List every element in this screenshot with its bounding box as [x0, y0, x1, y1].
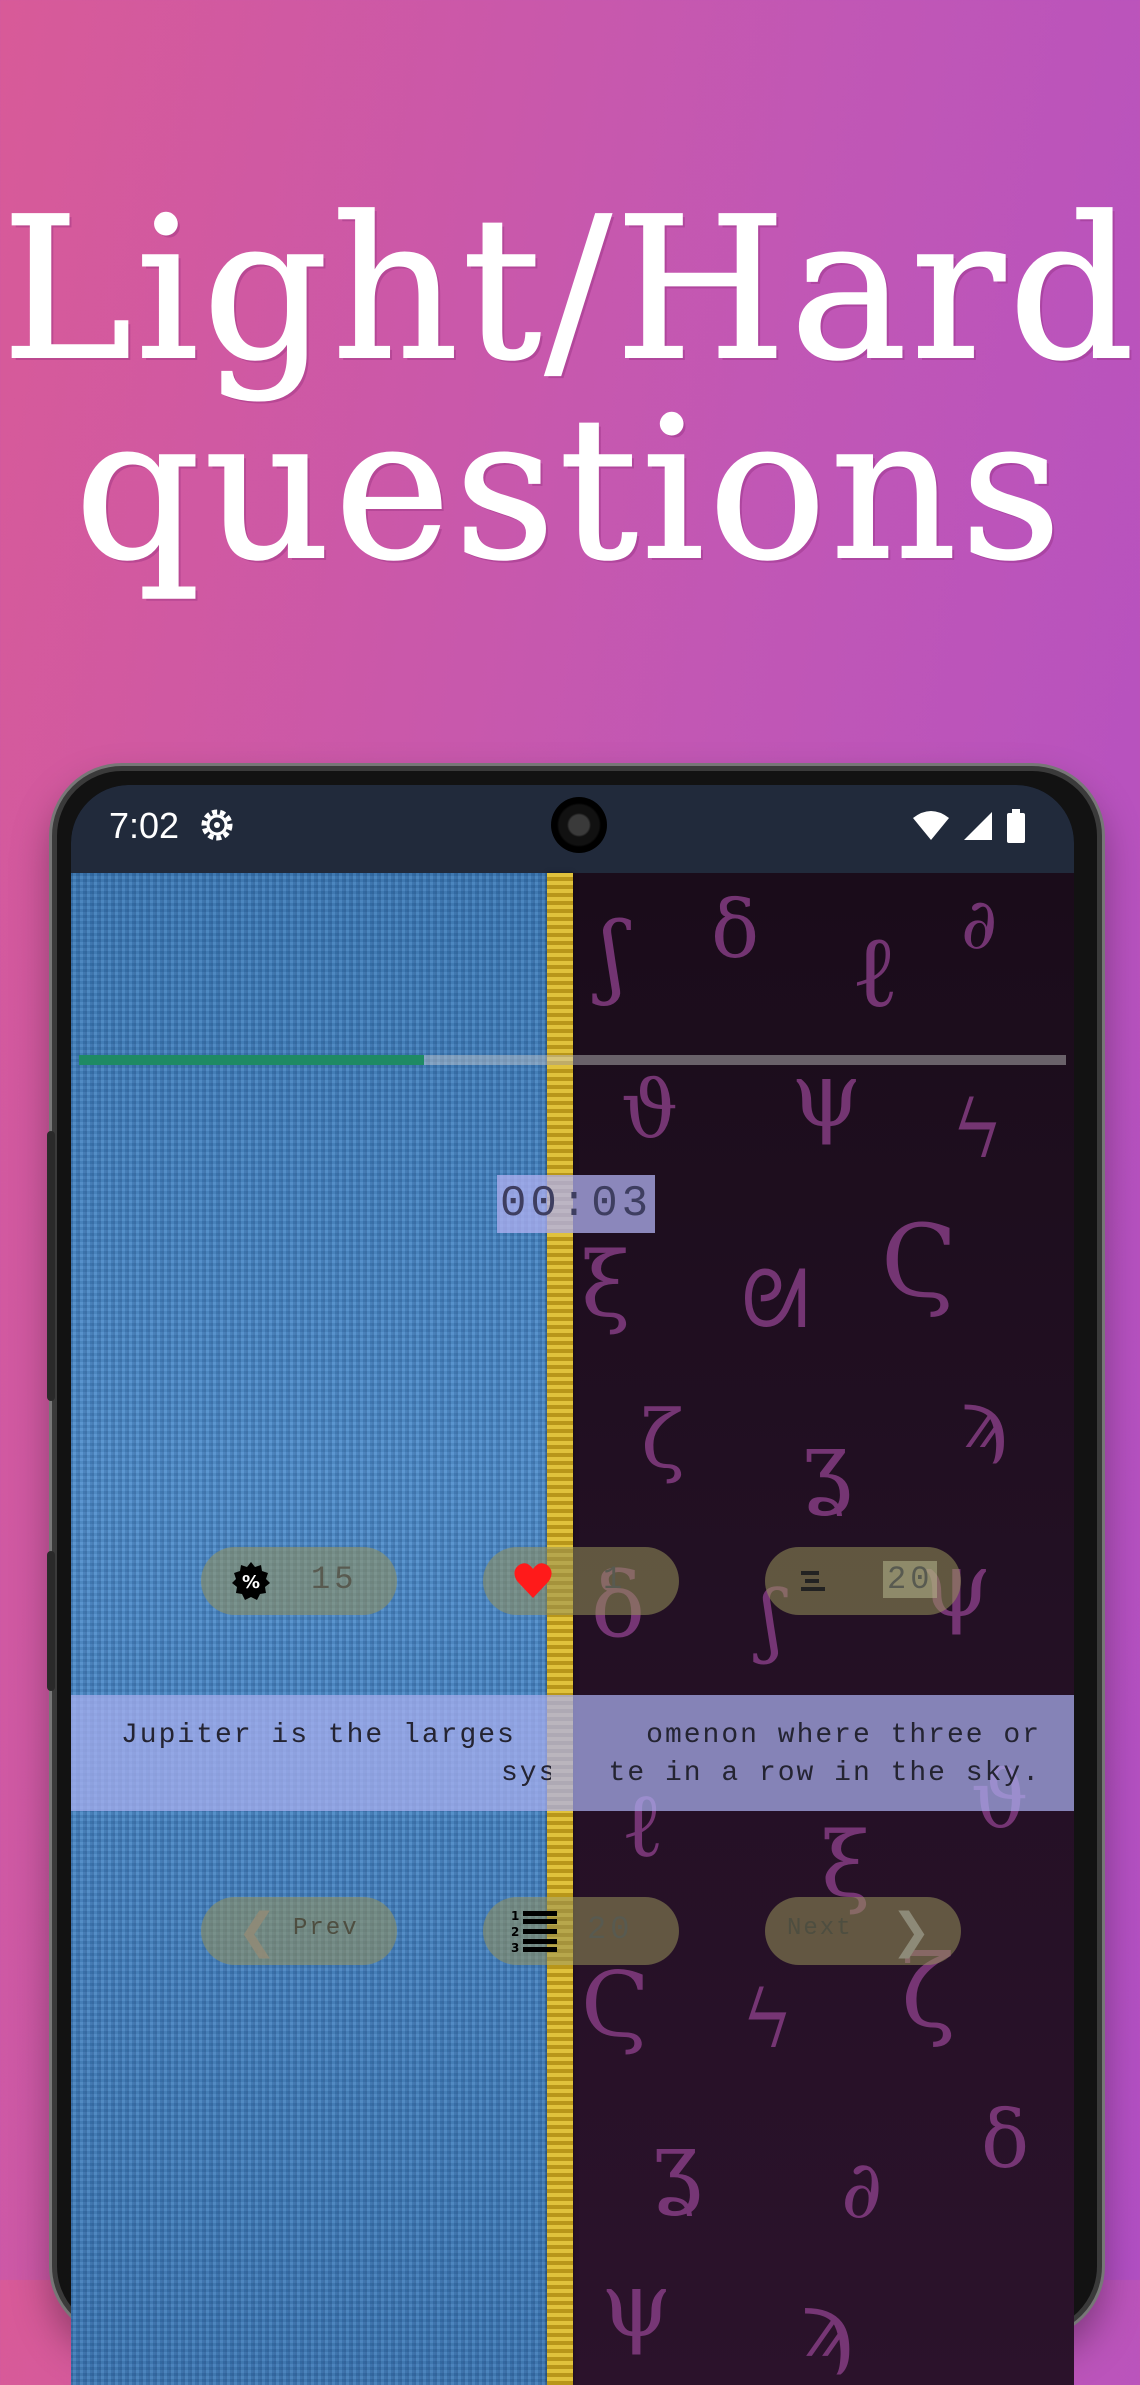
glyph-background: ʃ δ ℓ ∂ ϑ ψ ϟ ξ ᘛ Ϛ ζ ʓ ϡ δ ʃ ψ ℓ ξ ϑ Ϛ	[561, 873, 1074, 2385]
svg-text:%: %	[242, 1572, 260, 1593]
progress-bar	[79, 1055, 1066, 1065]
progress-fill	[79, 1055, 425, 1065]
power-button	[47, 1551, 55, 1691]
question-right-line-2: te in a row in the sky.	[608, 1758, 1041, 1789]
question-left-line-1: Jupiter is the larges	[121, 1720, 516, 1751]
headline-line-1: Light/Hard	[1, 176, 1139, 404]
phone-screen: 7:02 ʃ δ ℓ ∂ ϑ ψ ϟ ξ ᘛ Ϛ ζ ʓ ϡ ʃ ℓ ξ Ϛ ϟ…	[71, 785, 1074, 2385]
denim-background	[71, 873, 561, 2385]
chevron-right-icon: ❯	[891, 1903, 932, 1959]
question-list-button[interactable]: 1 2 3 20	[483, 1897, 679, 1965]
quiz-app: ʃ δ ℓ ∂ ϑ ψ ϟ ξ ᘛ Ϛ ζ ʓ ϡ δ ʃ ψ ℓ ξ ϑ Ϛ	[71, 873, 1074, 2385]
total-stat-pill: 20	[765, 1547, 961, 1615]
prev-label: Prev	[293, 1915, 359, 1942]
phone-frame: 7:02 ʃ δ ℓ ∂ ϑ ψ ϟ ξ ᘛ Ϛ ζ ʓ ϡ ʃ ℓ ξ Ϛ ϟ…	[47, 766, 1102, 2385]
gear-icon	[201, 809, 233, 841]
promo-headline: Light/Hard questions	[0, 176, 1140, 604]
percent-badge-icon: %	[232, 1562, 270, 1600]
prev-button[interactable]: ❮ Prev	[201, 1897, 397, 1965]
numbered-list-icon: 1 2 3	[511, 1909, 557, 1955]
volume-button	[47, 1131, 55, 1401]
battery-icon	[1007, 809, 1025, 843]
status-time: 7:02	[109, 805, 180, 846]
heart-icon	[514, 1563, 552, 1598]
list-count: 20	[587, 1911, 634, 1948]
lines-icon	[801, 1571, 825, 1591]
percent-stat-pill: % 15	[201, 1547, 397, 1615]
svg-text:2: 2	[511, 1925, 519, 1939]
question-text: Jupiter is the larges sys omenon where t…	[71, 1695, 1074, 1811]
next-label: Next	[787, 1915, 853, 1942]
signal-icon	[964, 812, 992, 840]
wifi-icon	[913, 811, 949, 840]
front-camera	[551, 797, 607, 853]
question-left-line-2: sys	[501, 1758, 551, 1789]
chevron-left-icon: ❮	[237, 1903, 278, 1959]
next-button[interactable]: Next ❯	[765, 1897, 961, 1965]
total-value: 20	[883, 1561, 938, 1598]
timer-display: 00:03	[497, 1175, 655, 1233]
svg-text:1: 1	[511, 1909, 519, 1923]
headline-line-2: questions	[74, 376, 1066, 604]
zipper-divider	[547, 873, 573, 2385]
lives-value: 1	[603, 1561, 627, 1598]
percent-value: 15	[311, 1561, 358, 1598]
lives-stat-pill: 1	[483, 1547, 679, 1615]
svg-text:3: 3	[511, 1941, 519, 1955]
question-right-line-1: omenon where three or	[646, 1720, 1041, 1751]
